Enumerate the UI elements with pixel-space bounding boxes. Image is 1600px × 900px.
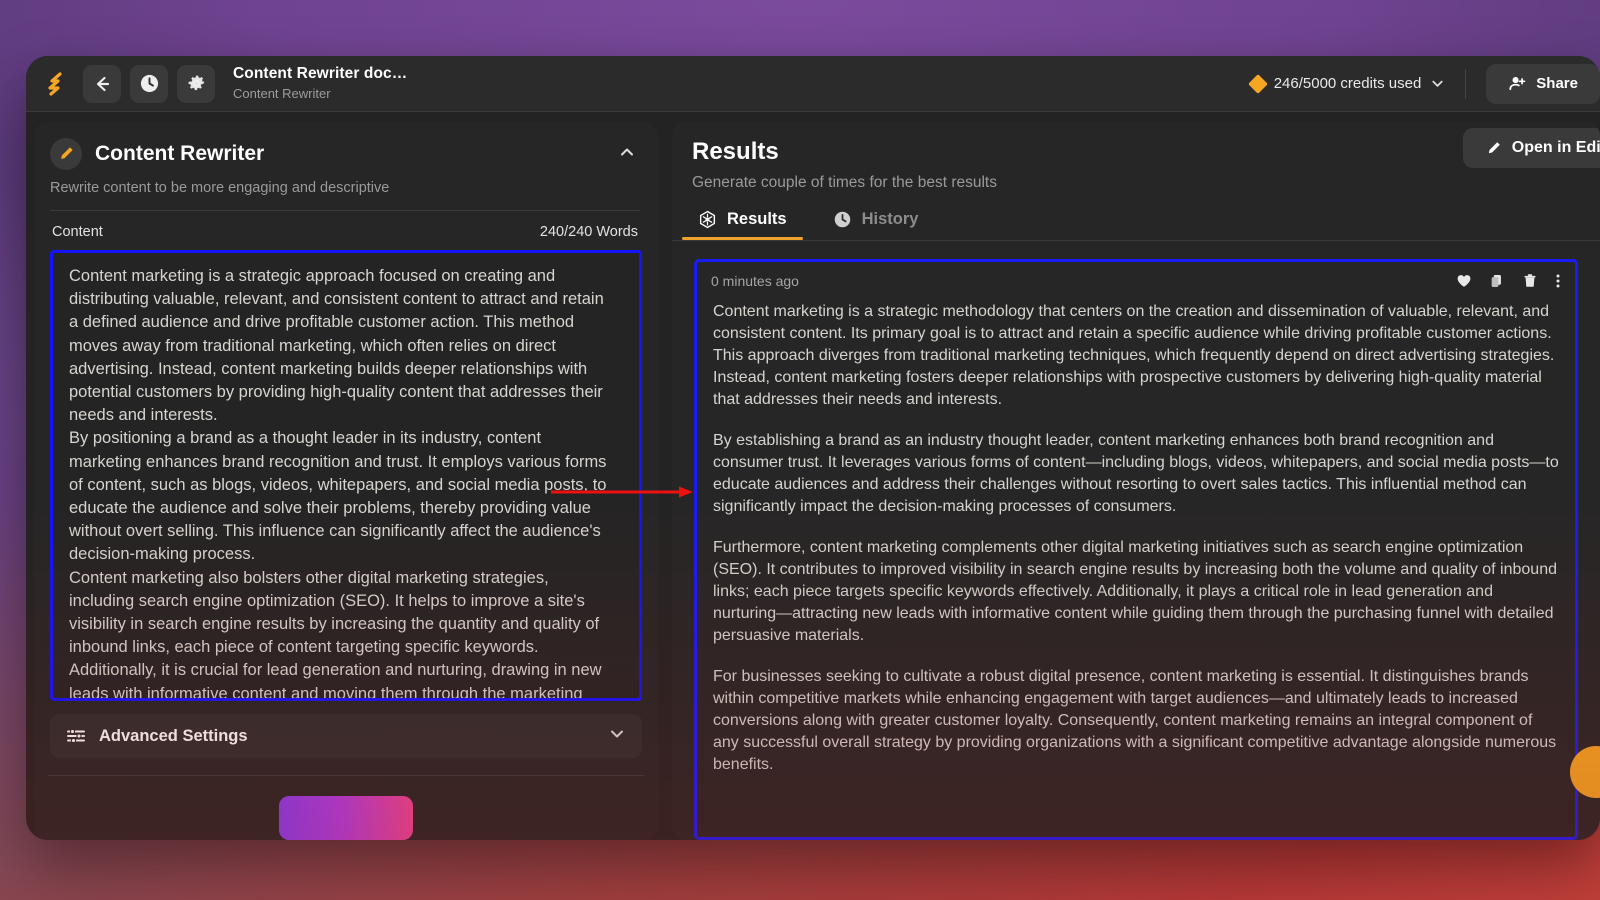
result-paragraph: Content marketing is a strategic methodo… xyxy=(713,303,1555,408)
tool-panel-header: Content Rewriter Rewrite content to be m… xyxy=(34,122,658,250)
generate-button[interactable] xyxy=(279,796,413,840)
sliders-icon xyxy=(67,728,85,744)
app-window: Content Rewriter doc… Content Rewriter 2… xyxy=(26,56,1600,840)
tab-results[interactable]: Results xyxy=(682,206,803,240)
page-subtitle: Content Rewriter xyxy=(233,86,331,101)
advanced-settings-label: Advanced Settings xyxy=(99,726,248,745)
copy-icon[interactable] xyxy=(1489,273,1505,289)
heart-icon[interactable] xyxy=(1456,273,1472,289)
results-panel-header: Results Generate couple of times for the… xyxy=(672,122,1600,241)
top-bar: Content Rewriter doc… Content Rewriter 2… xyxy=(26,56,1600,112)
clock-icon[interactable] xyxy=(130,64,168,103)
user-plus-icon xyxy=(1509,77,1526,91)
clock-icon xyxy=(834,211,850,228)
tab-history[interactable]: History xyxy=(827,206,925,240)
results-description: Generate couple of times for the best re… xyxy=(692,174,997,191)
results-panel: Results Generate couple of times for the… xyxy=(672,122,1600,840)
trash-icon[interactable] xyxy=(1522,273,1538,289)
pencil-icon xyxy=(50,138,82,170)
share-button[interactable]: Share xyxy=(1486,63,1600,104)
content-field-label-row: Content 240/240 Words xyxy=(50,211,640,250)
tabs-divider xyxy=(672,240,1600,241)
content-textarea[interactable]: Content marketing is a strategic approac… xyxy=(50,250,642,701)
result-card-actions xyxy=(1456,272,1561,290)
diamond-icon xyxy=(1247,73,1268,94)
chevron-down-icon xyxy=(608,725,626,748)
main-content: Content Rewriter Rewrite content to be m… xyxy=(26,112,1600,840)
page-title: Content Rewriter doc… xyxy=(233,65,408,82)
result-paragraph: Furthermore, content marketing complemen… xyxy=(713,539,1557,644)
more-vertical-icon[interactable] xyxy=(1555,272,1561,290)
word-count: 240/240 Words xyxy=(539,224,638,240)
result-card-header: 0 minutes ago xyxy=(697,262,1575,290)
document-titles: Content Rewriter doc… Content Rewriter xyxy=(233,64,407,103)
results-title: Results xyxy=(692,138,779,165)
back-arrow-icon[interactable] xyxy=(83,64,121,103)
credits-label: 246/5000 credits used xyxy=(1273,75,1422,92)
tool-description: Rewrite content to be more engaging and … xyxy=(50,180,390,196)
tool-title: Content Rewriter xyxy=(95,142,265,165)
gear-icon[interactable] xyxy=(177,64,215,103)
advanced-settings-button[interactable]: Advanced Settings xyxy=(50,714,642,758)
content-field-label: Content xyxy=(52,224,103,240)
results-tabs: Results History xyxy=(682,206,1580,240)
brand-logo-icon[interactable] xyxy=(40,67,74,101)
tab-history-label: History xyxy=(861,210,919,228)
results-hex-icon xyxy=(699,210,716,229)
result-paragraph: For businesses seeking to cultivate a ro… xyxy=(713,668,1557,773)
share-label: Share xyxy=(1536,75,1578,92)
tool-title-row: Content Rewriter xyxy=(50,138,640,170)
chevron-up-icon[interactable] xyxy=(614,139,640,170)
result-timestamp: 0 minutes ago xyxy=(711,273,799,289)
topbar-divider xyxy=(1465,68,1467,99)
credits-indicator[interactable]: 246/5000 credits used xyxy=(1247,73,1466,94)
pencil-icon xyxy=(1488,141,1500,153)
result-card-body: Content marketing is a strategic methodo… xyxy=(697,290,1575,776)
tab-results-label: Results xyxy=(727,210,787,228)
result-paragraph: By establishing a brand as an industry t… xyxy=(713,432,1559,515)
panel-footer-divider xyxy=(48,775,644,776)
open-in-editor-label: Open in Editor xyxy=(1511,139,1600,156)
open-in-editor-button[interactable]: Open in Editor xyxy=(1462,128,1600,168)
tool-panel: Content Rewriter Rewrite content to be m… xyxy=(34,122,658,840)
result-card: 0 minutes ago Content marketing is a str… xyxy=(694,259,1578,840)
chevron-down-icon xyxy=(1432,80,1443,87)
mapping-arrow xyxy=(551,486,693,498)
top-bar-right: 246/5000 credits used Share xyxy=(1247,56,1600,111)
content-textarea-value: Content marketing is a strategic approac… xyxy=(69,267,607,698)
